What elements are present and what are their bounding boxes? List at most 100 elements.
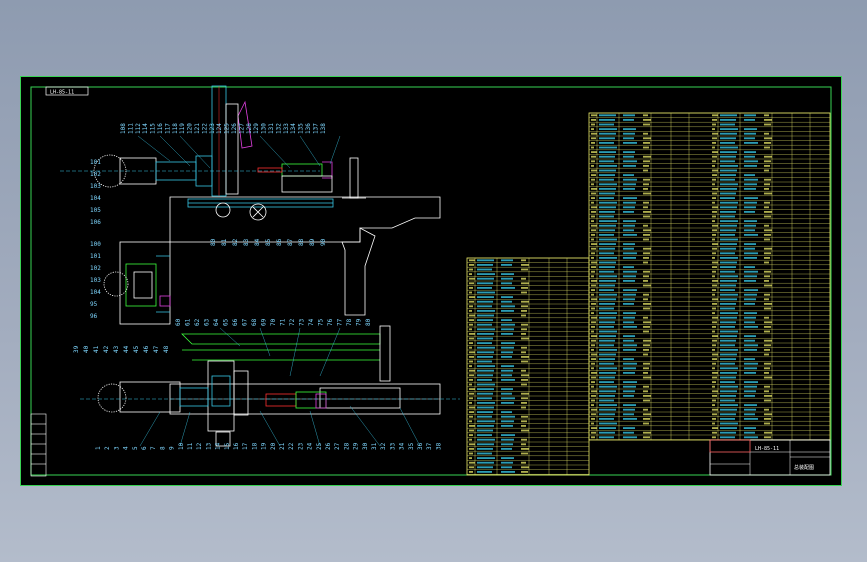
callout-15: 15 xyxy=(224,442,231,450)
callout-111: 111 xyxy=(127,123,134,134)
drawing-canvas: LH-85-11 108 111 112 114 115 116 117 118… xyxy=(20,76,842,486)
callout-43: 43 xyxy=(113,345,120,353)
callout-124: 124 xyxy=(216,123,223,134)
callout-34: 34 xyxy=(399,442,406,450)
machine-elevation xyxy=(60,85,441,325)
callout-63: 63 xyxy=(204,318,211,326)
callout-35: 35 xyxy=(408,442,415,450)
callout-9: 9 xyxy=(169,446,176,450)
callout-19: 19 xyxy=(261,442,268,450)
callout-127: 127 xyxy=(238,123,245,134)
callout-137: 137 xyxy=(312,123,319,134)
callout-33: 33 xyxy=(389,442,396,450)
callout-4: 4 xyxy=(123,446,130,450)
callout-125: 125 xyxy=(224,123,231,134)
callout-96: 96 xyxy=(90,313,98,320)
callout-39: 39 xyxy=(73,345,80,353)
callout-104: 104 xyxy=(90,195,101,202)
callout-38: 38 xyxy=(435,442,442,450)
callout-102: 102 xyxy=(90,265,101,272)
callout-131: 131 xyxy=(268,123,275,134)
callout-10: 10 xyxy=(178,442,185,450)
callout-66: 66 xyxy=(232,318,239,326)
callout-2: 2 xyxy=(104,446,111,450)
callout-5: 5 xyxy=(132,446,139,450)
callout-100: 100 xyxy=(90,241,101,248)
handwheel xyxy=(215,202,231,218)
callout-134: 134 xyxy=(290,123,297,134)
callout-79: 79 xyxy=(356,318,363,326)
callout-72: 72 xyxy=(289,318,296,326)
callout-132: 132 xyxy=(275,123,282,134)
callout-83: 83 xyxy=(243,238,250,246)
callout-42: 42 xyxy=(103,345,110,353)
callout-60: 60 xyxy=(175,318,182,326)
callout-74: 74 xyxy=(308,318,315,326)
callout-36: 36 xyxy=(417,442,424,450)
callout-90: 90 xyxy=(320,238,327,246)
callout-65: 65 xyxy=(223,318,230,326)
callout-120: 120 xyxy=(187,123,194,134)
callout-88: 88 xyxy=(298,238,305,246)
callout-118: 118 xyxy=(172,123,179,134)
callout-101: 101 xyxy=(90,253,101,260)
title-block-name: LH-85-11 xyxy=(755,446,779,452)
callout-112: 112 xyxy=(135,123,142,134)
callout-136: 136 xyxy=(305,123,312,134)
callout-37: 37 xyxy=(426,442,433,450)
callout-16: 16 xyxy=(233,442,240,450)
callout-135: 135 xyxy=(298,123,305,134)
callout-82: 82 xyxy=(232,238,239,246)
callout-128: 128 xyxy=(246,123,253,134)
callout-78: 78 xyxy=(346,318,353,326)
callout-25: 25 xyxy=(316,442,323,450)
callout-103: 103 xyxy=(90,183,101,190)
callout-29: 29 xyxy=(353,442,360,450)
callout-122: 122 xyxy=(201,123,208,134)
callout-23: 23 xyxy=(297,442,304,450)
callout-71: 71 xyxy=(280,318,287,326)
callout-117: 117 xyxy=(164,123,171,134)
callout-105: 105 xyxy=(90,207,101,214)
callout-123: 123 xyxy=(209,123,216,134)
callout-1: 1 xyxy=(95,446,102,450)
bed-column xyxy=(341,227,376,316)
callout-17: 17 xyxy=(242,442,249,450)
callout-119: 119 xyxy=(179,123,186,134)
callout-129: 129 xyxy=(253,123,260,134)
right-upright xyxy=(349,157,359,199)
main-bed xyxy=(169,196,441,243)
callout-26: 26 xyxy=(325,442,332,450)
callout-104: 104 xyxy=(90,289,101,296)
callout-89: 89 xyxy=(309,238,316,246)
callout-64: 64 xyxy=(213,318,220,326)
callout-80: 80 xyxy=(210,238,217,246)
callout-108: 108 xyxy=(120,123,127,134)
callout-80: 80 xyxy=(365,318,372,326)
callout-77: 77 xyxy=(337,318,344,326)
callout-73: 73 xyxy=(299,318,306,326)
callout-22: 22 xyxy=(288,442,295,450)
frame-tag: LH-85-11 xyxy=(50,90,74,96)
callout-115: 115 xyxy=(150,123,157,134)
callout-45: 45 xyxy=(133,345,140,353)
callout-40: 40 xyxy=(83,345,90,353)
callout-11: 11 xyxy=(187,442,194,450)
callout-32: 32 xyxy=(380,442,387,450)
parts-table-right-rows xyxy=(589,112,830,440)
callout-41: 41 xyxy=(93,345,100,353)
callout-87: 87 xyxy=(287,238,294,246)
upper-rail xyxy=(181,333,381,345)
callout-13: 13 xyxy=(205,442,212,450)
callout-75: 75 xyxy=(318,318,325,326)
parts-table-left-rows xyxy=(467,257,589,475)
callout-102: 102 xyxy=(90,171,101,178)
callout-126: 126 xyxy=(231,123,238,134)
parts-list: LH-85-11 总装配图 xyxy=(466,112,831,476)
callout-103: 103 xyxy=(90,277,101,284)
callout-106: 106 xyxy=(90,219,101,226)
title-block-subtitle: 总装配图 xyxy=(794,464,814,471)
callout-48: 48 xyxy=(163,345,170,353)
callout-95: 95 xyxy=(90,301,98,308)
callout-133: 133 xyxy=(283,123,290,134)
